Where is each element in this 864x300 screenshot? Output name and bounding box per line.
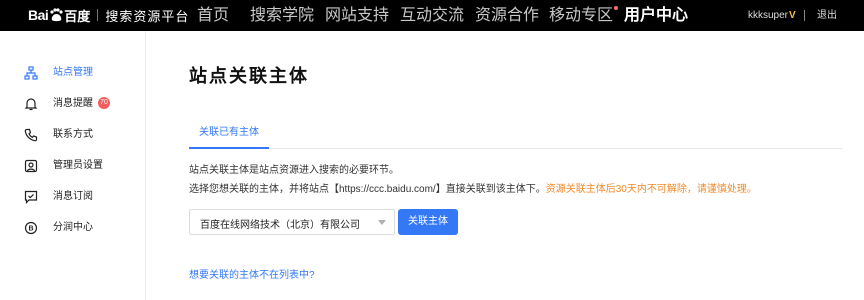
sidebar-item-subscriptions[interactable]: 消息订阅 — [0, 182, 146, 213]
entity-select-value: 百度在线网络技术（北京）有限公司 — [200, 220, 360, 231]
admin-icon — [24, 159, 38, 173]
entity-not-listed-link[interactable]: 想要关联的主体不在列表中? — [189, 266, 315, 281]
sidebar-item-label: 站点管理 — [53, 67, 93, 78]
tab-bar: 关联已有主体 — [189, 122, 842, 149]
sidebar-item-notifications[interactable]: 消息提醒 70 — [0, 89, 146, 120]
sidebar-item-admin-settings[interactable]: 管理员设置 — [0, 151, 146, 182]
nav-mobile[interactable]: 移动专区 — [549, 0, 619, 31]
nav-resource-coop[interactable]: 资源合作 — [475, 0, 539, 31]
phone-icon — [24, 128, 38, 142]
chevron-down-icon[interactable]: V — [789, 10, 796, 21]
nav-user-center[interactable]: 用户中心 — [624, 0, 688, 31]
top-nav-bar: Bai 百度 搜索资源平台 首页 搜索学院 网站支持 互动交流 资源合作 移动专… — [0, 0, 864, 31]
bell-icon — [24, 98, 38, 111]
notification-count-badge: 70 — [98, 97, 110, 109]
coin-icon: B — [24, 221, 38, 235]
nav-academy[interactable]: 搜索学院 — [250, 0, 314, 31]
sidebar: 站点管理 消息提醒 70 联系方式 管理员设置 消息订阅 B 分润中心 — [0, 31, 146, 300]
logout-link[interactable]: 退出 — [817, 0, 837, 31]
tab-link-existing-entity[interactable]: 关联已有主体 — [189, 122, 269, 149]
notification-dot — [614, 6, 619, 10]
nav-site-support[interactable]: 网站支持 — [325, 0, 389, 31]
sidebar-item-label: 管理员设置 — [53, 160, 103, 171]
instruction-main: 选择您想关联的主体，并将站点【https://ccc.baidu.com/】直接… — [189, 184, 546, 195]
nav-home[interactable]: 首页 — [197, 0, 229, 31]
warning-text: 资源关联主体后30天内不可解除，请谨慎处理。 — [545, 184, 757, 195]
nav-interaction[interactable]: 互动交流 — [400, 0, 464, 31]
svg-text:B: B — [28, 226, 33, 233]
username[interactable]: kkksuper — [748, 0, 788, 31]
nav-mobile-label: 移动专区 — [549, 7, 614, 24]
sitemap-icon — [24, 66, 38, 80]
entity-select[interactable]: 百度在线网络技术（北京）有限公司 — [189, 209, 395, 235]
message-check-icon — [24, 190, 38, 204]
instruction-text: 选择您想关联的主体，并将站点【https://ccc.baidu.com/】直接… — [189, 180, 757, 195]
sidebar-item-profit-center[interactable]: B 分润中心 — [0, 213, 146, 244]
user-divider — [804, 10, 805, 21]
description-text: 站点关联主体是站点资源进入搜索的必要环节。 — [189, 165, 399, 176]
logo-bai-text: Bai — [28, 7, 49, 23]
link-entity-button[interactable]: 关联主体 — [398, 209, 458, 235]
sidebar-item-label: 分润中心 — [53, 222, 93, 233]
platform-name: 搜索资源平台 — [105, 8, 190, 24]
logo-du-text: 百度 — [64, 8, 91, 24]
sidebar-item-site-management[interactable]: 站点管理 — [0, 58, 146, 89]
sidebar-item-label: 联系方式 — [53, 129, 93, 140]
baidu-logo[interactable]: Bai 百度 搜索资源平台 — [28, 6, 189, 24]
caret-down-icon — [378, 220, 386, 225]
sidebar-item-label: 消息订阅 — [53, 191, 93, 202]
sidebar-item-label: 消息提醒 — [53, 98, 93, 109]
page-title: 站点关联主体 — [189, 66, 309, 86]
paw-icon — [49, 8, 63, 22]
sidebar-item-contact[interactable]: 联系方式 — [0, 120, 146, 151]
logo-divider — [97, 9, 99, 21]
